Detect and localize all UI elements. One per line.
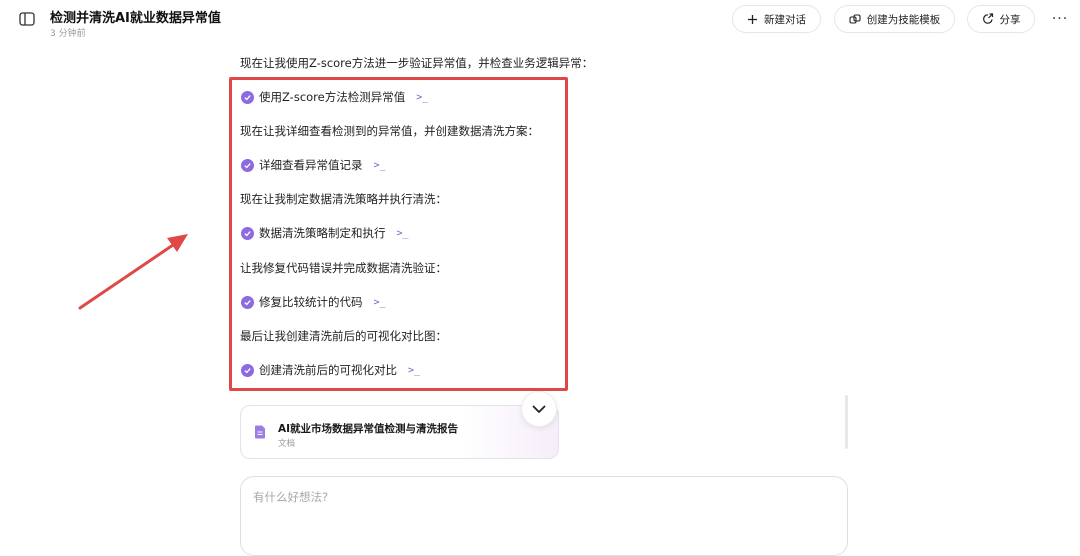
highlight-annotation-box (229, 77, 568, 391)
new-chat-button[interactable]: 新建对话 (732, 5, 821, 33)
intro-text: 现在让我使用Z-score方法进一步验证异常值，并检查业务逻辑异常： (240, 56, 594, 70)
document-card[interactable]: AI就业市场数据异常值检测与清洗报告 文档 (240, 405, 559, 459)
chevron-down-icon (532, 405, 546, 413)
share-button[interactable]: 分享 (967, 5, 1035, 33)
annotation-arrow-icon (78, 234, 188, 310)
create-template-button[interactable]: 创建为技能模板 (834, 5, 955, 33)
chat-input-box (240, 476, 848, 556)
more-icon[interactable]: ··· (1046, 8, 1074, 30)
new-chat-label: 新建对话 (764, 13, 806, 26)
document-type: 文档 (278, 439, 296, 449)
create-template-label: 创建为技能模板 (866, 13, 941, 26)
share-icon (982, 13, 993, 24)
document-title: AI就业市场数据异常值检测与清洗报告 (278, 423, 459, 435)
share-label: 分享 (999, 13, 1021, 26)
scroll-down-button[interactable] (521, 391, 557, 427)
plus-icon (748, 14, 757, 24)
link-icon (849, 14, 861, 24)
chat-input[interactable] (253, 489, 833, 529)
scrollbar[interactable] (845, 395, 848, 449)
document-icon (255, 425, 265, 439)
